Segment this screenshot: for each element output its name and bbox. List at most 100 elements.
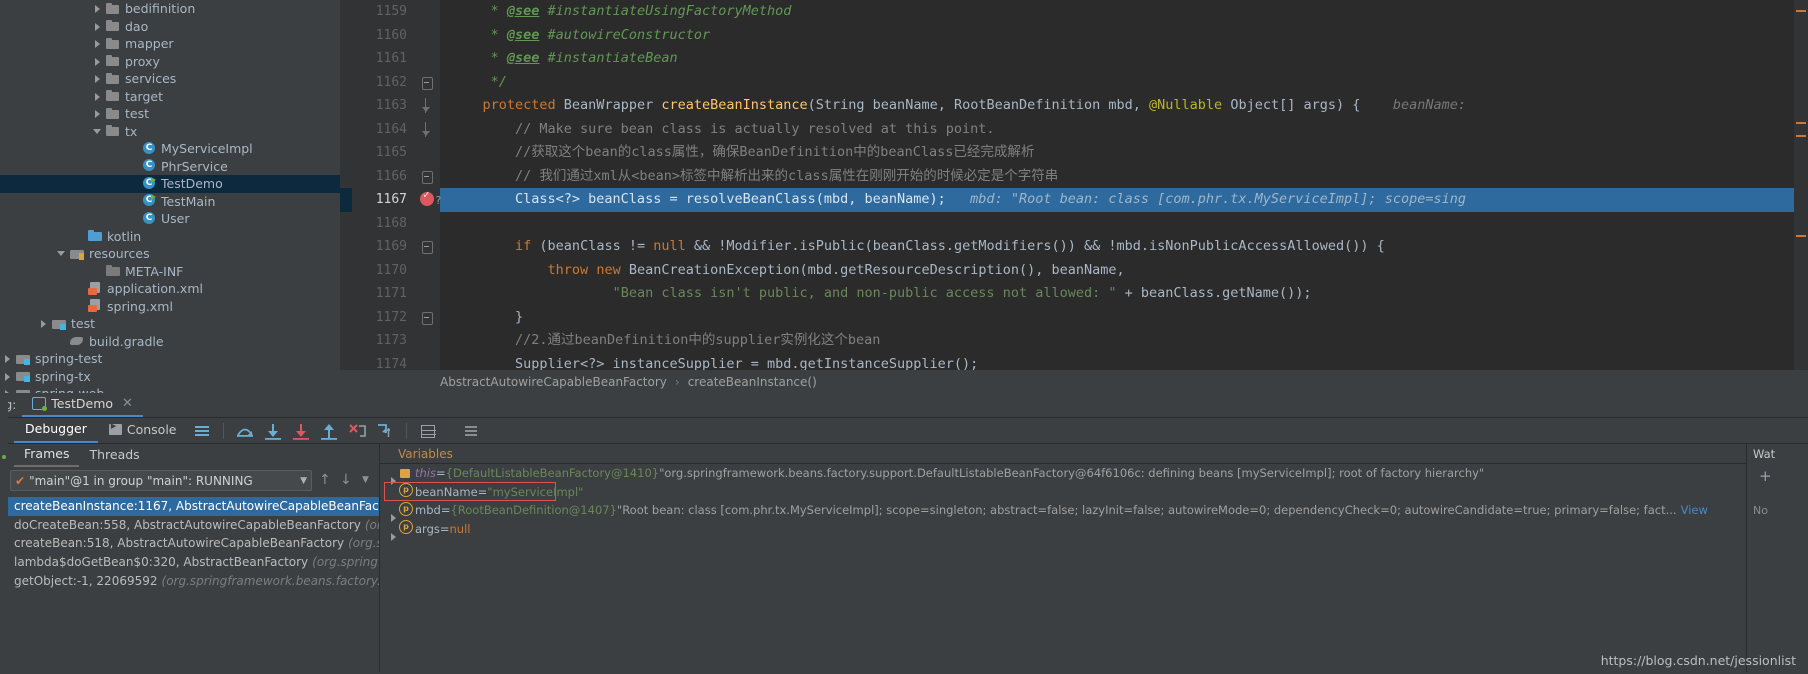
gutter-fold-area[interactable] xyxy=(414,282,440,306)
chevron-down-icon[interactable]: ▼ xyxy=(300,476,307,486)
tab-debugger[interactable]: Debugger xyxy=(14,418,98,443)
tree-item-meta-inf[interactable]: META-INF xyxy=(0,263,340,281)
chevron-right-icon[interactable] xyxy=(92,21,103,32)
frame-stack-list[interactable]: createBeanInstance:1167, AbstractAutowir… xyxy=(0,497,379,590)
tree-item-mapper[interactable]: mapper xyxy=(0,35,340,53)
chevron-right-icon[interactable] xyxy=(38,318,49,329)
chevron-down-icon[interactable] xyxy=(92,126,103,137)
tree-item-test[interactable]: test xyxy=(0,105,340,123)
tree-item-testmain[interactable]: TestMain xyxy=(0,193,340,211)
code-line-1159[interactable]: 1159 * @see #instantiateUsingFactoryMeth… xyxy=(340,0,1808,24)
code-line-1165[interactable]: 1165 //获取这个bean的class属性，确保BeanDefinition… xyxy=(340,141,1808,165)
tree-item-spring-test[interactable]: spring-test xyxy=(0,350,340,368)
code-line-1170[interactable]: 1170 throw new BeanCreationException(mbd… xyxy=(340,258,1808,282)
tree-item-application-xml[interactable]: application.xml xyxy=(0,280,340,298)
chevron-right-icon[interactable] xyxy=(2,353,13,364)
add-watch-icon[interactable]: + xyxy=(1759,467,1772,485)
variable-row[interactable]: args = null xyxy=(380,520,1746,541)
project-tree-panel[interactable]: bedifinition dao mapper proxy services target… xyxy=(0,0,340,393)
code-line-1168[interactable]: 1168 xyxy=(340,211,1808,235)
gutter-fold-area[interactable] xyxy=(414,258,440,282)
variable-row[interactable]: mbd = {RootBeanDefinition@1407} "Root be… xyxy=(380,501,1746,523)
frame-up-icon[interactable] xyxy=(316,471,333,491)
gutter-fold-area[interactable] xyxy=(414,94,440,118)
gutter-fold-area[interactable] xyxy=(414,47,440,71)
code-line-1166[interactable]: 1166 // 我们通过xml从<bean>标签中解析出来的class属性在刚刚… xyxy=(340,164,1808,188)
tree-item-proxy[interactable]: proxy xyxy=(0,53,340,71)
tree-item-tx[interactable]: tx xyxy=(0,123,340,141)
chevron-down-icon[interactable] xyxy=(56,248,67,259)
gutter-fold-area[interactable] xyxy=(414,352,440,370)
chevron-right-icon[interactable] xyxy=(92,108,103,119)
code-line-1164[interactable]: 1164 // Make sure bean class is actually… xyxy=(340,117,1808,141)
variable-row[interactable]: beanName = "myServiceImpl" xyxy=(380,481,1746,502)
tab-console[interactable]: Console xyxy=(98,419,188,442)
code-line-1162[interactable]: 1162 */ xyxy=(340,70,1808,94)
tree-item-spring-web[interactable]: spring-web xyxy=(0,385,340,393)
tree-item-user[interactable]: User xyxy=(0,210,340,228)
filter-frames-icon[interactable] xyxy=(358,471,375,491)
breakpoint-icon[interactable] xyxy=(420,188,434,206)
chevron-right-icon[interactable] xyxy=(2,371,13,382)
frame-list-item[interactable]: getObject:-1, 22069592 (org.springframewo… xyxy=(0,571,379,590)
gutter-fold-area[interactable] xyxy=(414,23,440,47)
code-line-1169[interactable]: 1169 if (beanClass != null && !Modifier.… xyxy=(340,235,1808,259)
editor-marker-column[interactable] xyxy=(1794,0,1808,370)
code-line-1160[interactable]: 1160 * @see #autowireConstructor xyxy=(340,23,1808,47)
chevron-right-icon[interactable] xyxy=(92,73,103,84)
code-line-1172[interactable]: 1172 } xyxy=(340,305,1808,329)
gutter-fold-area[interactable] xyxy=(414,141,440,165)
gutter-fold-area[interactable] xyxy=(414,329,440,353)
tree-item-spring-tx[interactable]: spring-tx xyxy=(0,368,340,386)
frame-list-item[interactable]: doCreateBean:558, AbstractAutowireCapabl… xyxy=(0,516,379,535)
tree-item-build-gradle[interactable]: build.gradle xyxy=(0,333,340,351)
tree-item-bedifinition[interactable]: bedifinition xyxy=(0,0,340,18)
layout-settings-icon[interactable] xyxy=(191,421,213,441)
step-out-icon[interactable] xyxy=(318,421,340,441)
tree-item-dao[interactable]: dao xyxy=(0,18,340,36)
gutter-fold-area[interactable] xyxy=(414,211,440,235)
evaluate-expression-icon[interactable] xyxy=(417,421,439,441)
code-line-1163[interactable]: 1163 protected BeanWrapper createBeanIns… xyxy=(340,94,1808,118)
tree-item-resources[interactable]: resources xyxy=(0,245,340,263)
frame-list-item[interactable]: createBeanInstance:1167, AbstractAutowir… xyxy=(0,497,379,516)
gutter-fold-area[interactable]: ? xyxy=(414,188,442,212)
code-line-1171[interactable]: 1171 "Bean class isn't public, and non-p… xyxy=(340,282,1808,306)
chevron-right-icon[interactable] xyxy=(92,3,103,14)
gutter-fold-area[interactable] xyxy=(414,0,440,24)
step-over-icon[interactable] xyxy=(234,421,256,441)
settings-list-icon[interactable] xyxy=(460,421,482,441)
view-value-link[interactable]: View xyxy=(1681,503,1708,517)
breadcrumb[interactable]: AbstractAutowireCapableBeanFactory › cre… xyxy=(340,370,1808,393)
breadcrumb-method[interactable]: createBeanInstance() xyxy=(688,375,817,389)
step-into-icon[interactable] xyxy=(262,421,284,441)
tree-item-target[interactable]: target xyxy=(0,88,340,106)
chevron-right-icon[interactable] xyxy=(92,56,103,67)
code-line-1174[interactable]: 1174 Supplier<?> instanceSupplier = mbd.… xyxy=(340,352,1808,370)
gutter-fold-area[interactable] xyxy=(414,164,440,188)
force-step-into-icon[interactable] xyxy=(290,421,312,441)
chevron-right-icon[interactable] xyxy=(92,38,103,49)
gutter-fold-area[interactable] xyxy=(414,305,440,329)
tab-threads[interactable]: Threads xyxy=(79,445,149,466)
variable-row[interactable]: this = {DefaultListableBeanFactory@1410}… xyxy=(380,464,1746,486)
code-line-1173[interactable]: 1173 //2.通过beanDefinition中的supplier实例化这个… xyxy=(340,329,1808,353)
frame-down-icon[interactable] xyxy=(337,471,354,491)
run-to-cursor-icon[interactable] xyxy=(374,421,396,441)
tree-item-spring-xml[interactable]: spring.xml xyxy=(0,298,340,316)
gutter-fold-area[interactable] xyxy=(414,235,440,259)
drop-frame-icon[interactable] xyxy=(346,421,368,441)
tree-item-myserviceimpl[interactable]: MyServiceImpl xyxy=(0,140,340,158)
tree-item-phrservice[interactable]: PhrService xyxy=(0,158,340,176)
variables-tree[interactable]: this = {DefaultListableBeanFactory@1410}… xyxy=(380,464,1746,541)
gutter-fold-area[interactable] xyxy=(414,117,440,141)
tree-item-test[interactable]: test xyxy=(0,315,340,333)
code-line-1161[interactable]: 1161 * @see #instantiateBean xyxy=(340,47,1808,71)
tree-item-kotlin[interactable]: kotlin xyxy=(0,228,340,246)
thread-selector[interactable]: ✔ "main"@1 in group "main": RUNNING ▼ xyxy=(10,470,312,491)
code-line-1167[interactable]: 1167? Class<?> beanClass = resolveBeanCl… xyxy=(340,188,1808,212)
gutter-fold-area[interactable] xyxy=(414,70,440,94)
frame-list-item[interactable]: createBean:518, AbstractAutowireCapableB… xyxy=(0,534,379,553)
close-icon[interactable]: ✕ xyxy=(122,396,133,411)
tree-item-services[interactable]: services xyxy=(0,70,340,88)
